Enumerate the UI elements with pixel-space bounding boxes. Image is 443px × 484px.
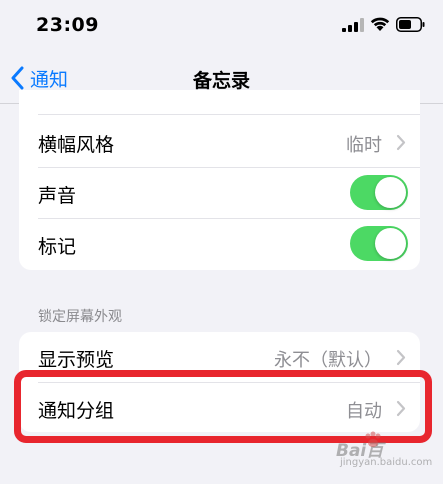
wifi-icon (370, 17, 390, 31)
show-previews-value: 永不（默认） (274, 350, 382, 371)
sound-label: 声音 (38, 185, 77, 207)
lock-screen-section-header: 锁定屏幕外观 (38, 309, 122, 325)
row-separator (38, 114, 420, 115)
toggle-knob (375, 177, 406, 208)
battery-icon (396, 17, 425, 32)
badges-toggle[interactable] (350, 226, 408, 261)
paw-icon (365, 431, 381, 447)
chevron-right-icon (396, 134, 406, 151)
baidu-watermark: Bai百 jingyan.baidu.com (322, 430, 433, 474)
status-bar: 23:09 (0, 0, 443, 52)
notification-style-group: 横幅风格 临时 声音 标记 (19, 90, 420, 270)
chevron-right-icon (396, 349, 406, 366)
settings-screen: 23:09 通知 备忘录 横幅风格 临时 声音 标记 锁定屏幕外观 显示预览 永… (0, 0, 443, 484)
banner-style-row[interactable]: 横幅风格 临时 (19, 117, 420, 167)
sound-toggle[interactable] (350, 175, 408, 210)
page-title: 备忘录 (192, 70, 250, 92)
banner-style-label: 横幅风格 (38, 134, 115, 156)
sound-row: 声音 (19, 168, 420, 218)
badges-row: 标记 (19, 219, 420, 269)
toggle-knob (375, 228, 406, 259)
status-time: 23:09 (36, 14, 99, 36)
show-previews-label: 显示预览 (38, 349, 115, 371)
badges-label: 标记 (38, 236, 77, 258)
signal-icon (342, 18, 364, 32)
banner-style-value: 临时 (346, 135, 382, 156)
watermark-subtext: jingyan.baidu.com (340, 457, 433, 468)
